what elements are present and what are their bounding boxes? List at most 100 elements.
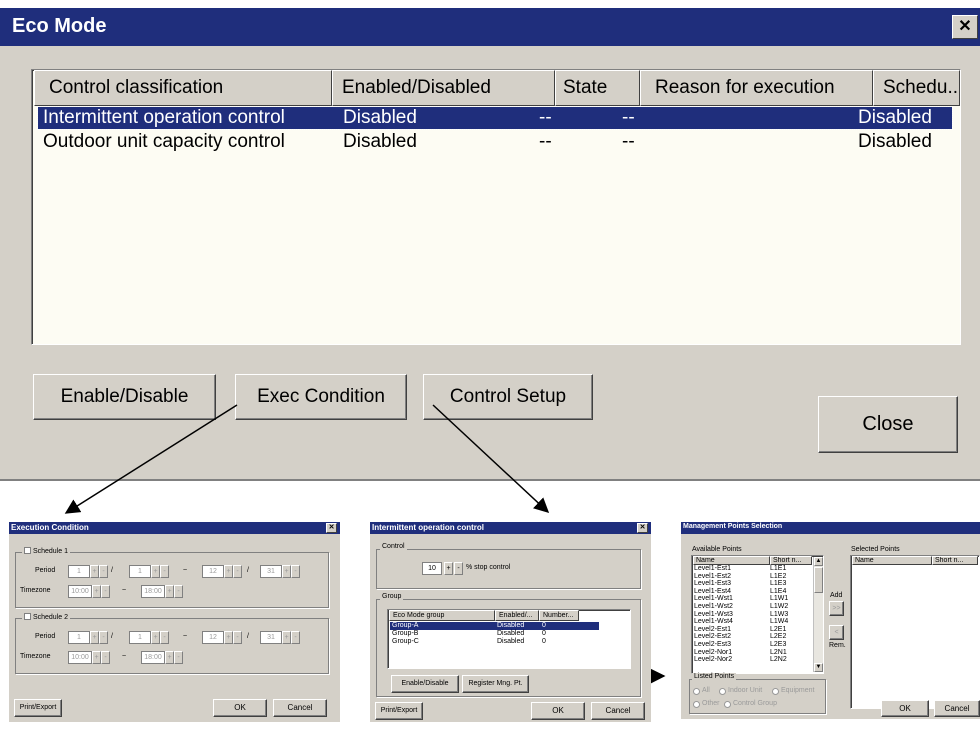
column-header[interactable]: Short n...	[770, 556, 812, 565]
spin-up-icon[interactable]: +	[90, 631, 99, 644]
spin-down-icon[interactable]: -	[99, 631, 108, 644]
close-icon[interactable]: ✕	[637, 523, 648, 533]
table-row[interactable]: Group-A Disabled 0	[390, 622, 599, 630]
filter-control-group-radio[interactable]	[724, 701, 731, 708]
list-item[interactable]: Level2-Est1 L2E1	[694, 626, 812, 634]
cancel-button[interactable]: Cancel	[273, 699, 327, 717]
list-item[interactable]: Level2-Est2 L2E2	[694, 633, 812, 641]
column-header[interactable]: Name	[852, 556, 932, 565]
ok-button[interactable]: OK	[881, 700, 929, 717]
point-short: L1W4	[770, 618, 789, 626]
exec-title: Execution Condition	[11, 523, 89, 532]
column-header[interactable]: Name	[693, 556, 770, 565]
register-mng-pt-button[interactable]: Register Mng. Pt.	[462, 675, 529, 693]
vertical-scrollbar[interactable]: ▲ ▼	[813, 557, 823, 672]
start-time-field[interactable]: 10:00	[68, 585, 92, 598]
spin-up-icon[interactable]: +	[92, 585, 101, 598]
filter-all-radio[interactable]	[693, 688, 700, 695]
remove-button[interactable]: <	[829, 625, 844, 640]
list-item[interactable]: Level1-Wst2 L1W2	[694, 603, 812, 611]
point-short: L1W1	[770, 595, 789, 603]
list-item[interactable]: Level1-Est4 L1E4	[694, 588, 812, 596]
spin-up-icon[interactable]: +	[224, 631, 233, 644]
spin-down-icon[interactable]: -	[174, 651, 183, 664]
end-time-field[interactable]: 18:00	[141, 651, 165, 664]
spin-down-icon[interactable]: -	[99, 565, 108, 578]
available-points-list[interactable]: Name Short n... Level1-Est1 L1E1 Level1-E…	[691, 555, 824, 674]
scroll-thumb[interactable]	[814, 567, 823, 593]
filter-equipment-radio[interactable]	[772, 688, 779, 695]
timezone-label: Timezone	[20, 587, 51, 594]
end-month-field[interactable]: 12	[202, 565, 224, 578]
minus-button[interactable]: -	[454, 562, 463, 575]
close-icon[interactable]: ✕	[326, 523, 337, 533]
table-row[interactable]: Group-C Disabled 0	[390, 638, 599, 646]
list-item[interactable]: Level1-Wst4 L1W4	[694, 618, 812, 626]
list-item[interactable]: Level2-Est3 L2E3	[694, 641, 812, 649]
spin-up-icon[interactable]: +	[165, 651, 174, 664]
schedule-2-group: Schedule 2 Period 1 + - / 1 + - ~ 12 + -…	[15, 612, 329, 674]
plus-button[interactable]: +	[444, 562, 453, 575]
spin-down-icon[interactable]: -	[101, 651, 110, 664]
schedule-1-checkbox[interactable]	[24, 547, 31, 554]
print-export-button[interactable]: Print/Export	[375, 702, 423, 720]
list-item[interactable]: Level1-Est1 L1E1	[694, 565, 812, 573]
column-header[interactable]: Enabled/...	[495, 610, 539, 621]
filter-other-radio[interactable]	[693, 701, 700, 708]
start-month-field[interactable]: 1	[68, 565, 90, 578]
point-short: L2N2	[770, 656, 787, 664]
eco-group-list[interactable]: Eco Mode group Enabled/... Number... Gro…	[387, 609, 631, 669]
scroll-down-icon[interactable]: ▼	[814, 663, 823, 672]
cancel-button[interactable]: Cancel	[934, 700, 980, 717]
list-item[interactable]: Level2-Nor2 L2N2	[694, 656, 812, 664]
spin-down-icon[interactable]: -	[160, 565, 169, 578]
end-time-field[interactable]: 18:00	[141, 585, 165, 598]
list-item[interactable]: Level1-Est2 L1E2	[694, 573, 812, 581]
selected-points-list[interactable]: Name Short n...	[850, 555, 980, 709]
column-header[interactable]: Short n...	[932, 556, 978, 565]
schedule-2-checkbox[interactable]	[24, 613, 31, 620]
start-time-field[interactable]: 10:00	[68, 651, 92, 664]
group-box: Group Eco Mode group Enabled/... Number.…	[376, 593, 641, 697]
spin-up-icon[interactable]: +	[282, 565, 291, 578]
end-day-field[interactable]: 31	[260, 631, 282, 644]
list-item[interactable]: Level2-Nor1 L2N1	[694, 649, 812, 657]
list-item[interactable]: Level1-Est3 L1E3	[694, 580, 812, 588]
point-short: L1W2	[770, 602, 789, 610]
start-day-field[interactable]: 1	[129, 565, 151, 578]
spin-up-icon[interactable]: +	[90, 565, 99, 578]
table-row[interactable]: Group-B Disabled 0	[390, 630, 599, 638]
start-day-field[interactable]: 1	[129, 631, 151, 644]
print-export-button[interactable]: Print/Export	[14, 699, 62, 717]
spin-down-icon[interactable]: -	[291, 631, 300, 644]
end-day-field[interactable]: 31	[260, 565, 282, 578]
spin-up-icon[interactable]: +	[151, 565, 160, 578]
group-enabled: Disabled	[497, 638, 525, 645]
spin-up-icon[interactable]: +	[282, 631, 291, 644]
spin-down-icon[interactable]: -	[291, 565, 300, 578]
add-button[interactable]: >>	[829, 601, 844, 616]
scroll-up-icon[interactable]: ▲	[814, 557, 823, 566]
ok-button[interactable]: OK	[213, 699, 267, 717]
spin-down-icon[interactable]: -	[101, 585, 110, 598]
spin-up-icon[interactable]: +	[165, 585, 174, 598]
spin-down-icon[interactable]: -	[174, 585, 183, 598]
spin-down-icon[interactable]: -	[233, 631, 242, 644]
spin-down-icon[interactable]: -	[233, 565, 242, 578]
column-header[interactable]: Number...	[539, 610, 579, 621]
list-item[interactable]: Level1-Wst1 L1W1	[694, 595, 812, 603]
spin-up-icon[interactable]: +	[92, 651, 101, 664]
ok-button[interactable]: OK	[531, 702, 585, 720]
filter-indoor-radio[interactable]	[719, 688, 726, 695]
spin-up-icon[interactable]: +	[151, 631, 160, 644]
start-month-field[interactable]: 1	[68, 631, 90, 644]
end-month-field[interactable]: 12	[202, 631, 224, 644]
cancel-button[interactable]: Cancel	[591, 702, 645, 720]
spin-down-icon[interactable]: -	[160, 631, 169, 644]
stop-value-field[interactable]: 10	[422, 562, 442, 575]
column-header[interactable]: Eco Mode group	[389, 610, 495, 621]
ioc-title: Intermittent operation control	[372, 523, 484, 532]
enable-disable-button[interactable]: Enable/Disable	[391, 675, 459, 693]
spin-up-icon[interactable]: +	[224, 565, 233, 578]
list-item[interactable]: Level1-Wst3 L1W3	[694, 611, 812, 619]
